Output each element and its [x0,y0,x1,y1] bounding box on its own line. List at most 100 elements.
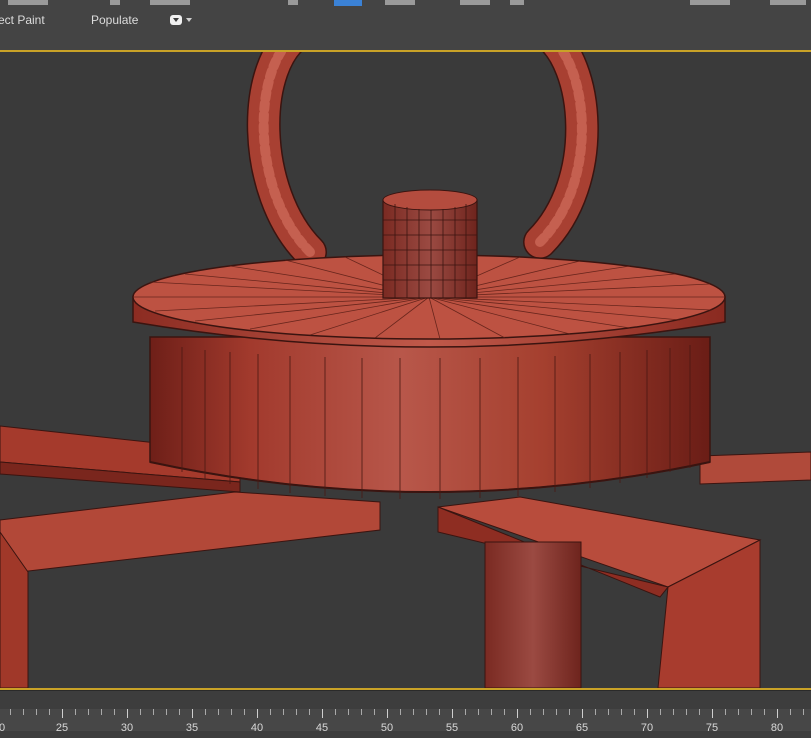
timeline-label: 80 [770,722,784,734]
timeline-tick [62,709,63,718]
timeline-label: 70 [640,722,654,734]
tab-populate[interactable]: Populate [91,13,138,27]
timeline-tick [283,709,284,715]
timeline-tick [49,709,50,715]
timeline-tick [270,709,271,715]
timeline-tick [23,709,24,715]
timeline-tick [764,709,765,715]
timeline-tick [465,709,466,715]
toolbar-button[interactable] [150,0,190,5]
timeline-tick [621,709,622,715]
toolbar-button[interactable] [8,0,48,5]
timeline-tick [803,709,804,715]
timeline-ruler[interactable]: 0 25 30 35 40 45 50 55 60 65 70 75 80 [0,690,811,738]
timeline-tick [582,709,583,718]
timeline-tick [296,709,297,715]
timeline-tick [634,709,635,715]
timeline-tick [777,709,778,718]
viewport-perspective[interactable] [0,50,811,690]
timeline-tick [517,709,518,718]
timeline-tick [725,709,726,715]
timeline-tick [452,709,453,718]
timeline-tick [205,709,206,715]
timeline-label: 60 [510,722,524,734]
timeline-tick [556,709,557,715]
timeline-tick [387,709,388,718]
timeline-tick [140,709,141,715]
timeline-tick [569,709,570,715]
timeline-tick [10,709,11,715]
timeline-tick [439,709,440,715]
cylinder-body [149,336,711,499]
timeline-tick [413,709,414,715]
timeline-tick [231,709,232,715]
timeline-tick [478,709,479,715]
timeline-label: 25 [55,722,69,734]
timeline-label: 55 [445,722,459,734]
timeline-label: 45 [315,722,329,734]
timeline-tick [192,709,193,718]
timeline-tick [127,709,128,718]
dropdown-icon [170,15,182,25]
toolbar-button[interactable] [288,0,298,5]
timeline-tick [543,709,544,715]
timeline-tick [218,709,219,715]
toolbar-active-button[interactable] [334,0,362,6]
timeline-tick [530,709,531,715]
timeline-tick [790,709,791,715]
chevron-down-icon [186,18,192,22]
timeline-tick [374,709,375,715]
tab-object-paint[interactable]: ect Paint [0,13,45,27]
timeline-label: 50 [380,722,394,734]
ribbon-panel [0,32,811,50]
timeline-tick [712,709,713,718]
timeline-label: 0 [0,722,6,734]
leg-back-post [484,541,582,688]
timeline-tick [309,709,310,715]
timeline-tick [322,709,323,718]
ribbon-tabs: ect Paint Populate [0,10,811,32]
timeline-tick [153,709,154,715]
timeline-label: 40 [250,722,264,734]
timeline-tick [608,709,609,715]
timeline-tick [36,709,37,715]
toolbar-button[interactable] [770,0,806,5]
timeline-tick [699,709,700,715]
timeline-tick [595,709,596,715]
timeline-tick [179,709,180,715]
toolbar-button[interactable] [110,0,120,5]
timeline-tick [426,709,427,715]
timeline-tick [75,709,76,715]
timeline-tick [647,709,648,718]
timeline-tick [88,709,89,715]
toolbar-button[interactable] [510,0,524,5]
timeline-label: 75 [705,722,719,734]
timeline-tick [348,709,349,715]
center-post [382,189,478,299]
leg-front-left [0,491,381,688]
timeline-tick [673,709,674,715]
scene-render [0,52,811,688]
timeline-tick [257,709,258,718]
timeline-tick [491,709,492,715]
timeline-tick [660,709,661,715]
leg-back-right [699,451,811,485]
toolbar-button[interactable] [460,0,490,5]
timeline-label: 65 [575,722,589,734]
timeline-tick [400,709,401,715]
ribbon-options-dropdown[interactable] [170,15,192,27]
timeline-tick [751,709,752,715]
timeline-tick [361,709,362,715]
toolbar-button[interactable] [385,0,415,5]
timeline-tick [101,709,102,715]
toolbar-button[interactable] [690,0,730,5]
timeline-label: 35 [185,722,199,734]
timeline-tick [166,709,167,715]
timeline-tick [504,709,505,715]
timeline-tick [686,709,687,715]
timeline-tick [244,709,245,715]
timeline-label: 30 [120,722,134,734]
timeline-tick [114,709,115,715]
timeline-tick [335,709,336,715]
timeline-tick [738,709,739,715]
